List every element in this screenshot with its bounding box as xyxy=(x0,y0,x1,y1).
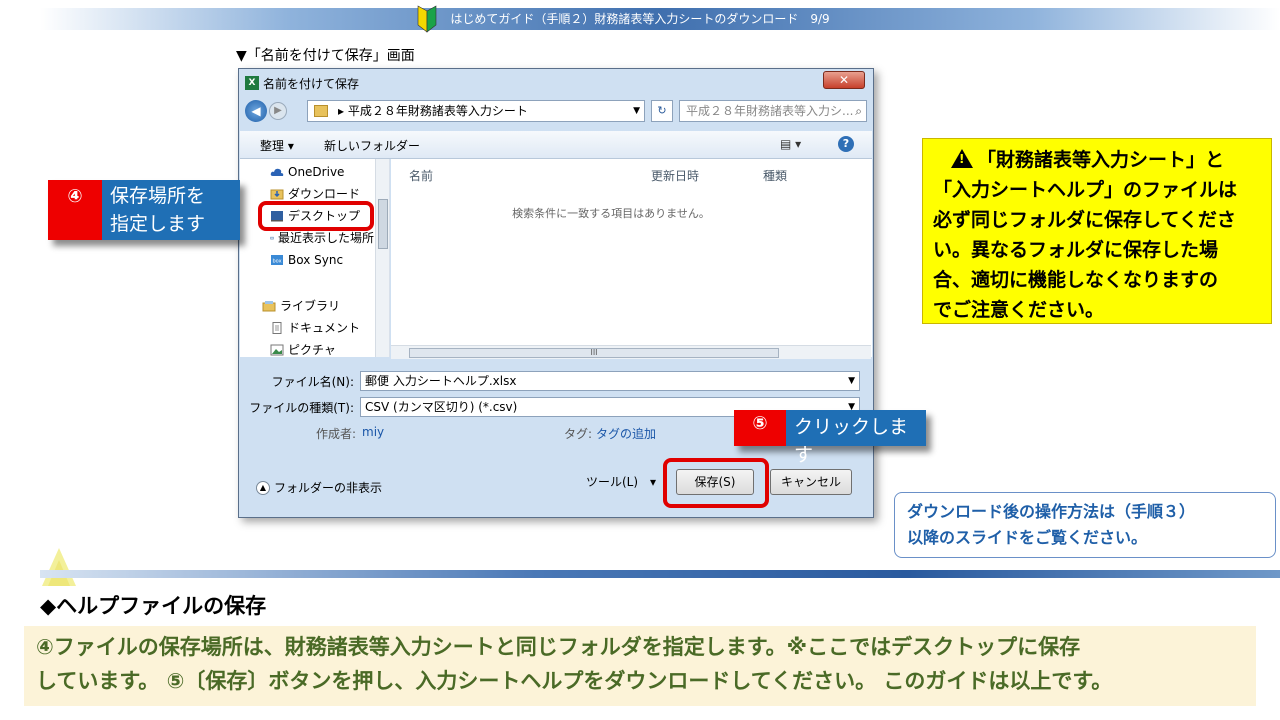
close-button[interactable]: ✕ xyxy=(823,71,865,89)
dialog-toolbar: 整理 ▾ 新しいフォルダー ▤ ▾ ? xyxy=(240,131,872,159)
info-line2: 以降のスライドをご覧ください。 xyxy=(907,528,1148,547)
svg-text:box: box xyxy=(273,259,282,265)
add-tag-link[interactable]: タグの追加 xyxy=(596,425,656,442)
tag-label: タグ: xyxy=(564,427,593,441)
search-input[interactable]: 平成２８年財務諸表等入力シ... ⌕ xyxy=(679,100,867,122)
callout-step5-text: クリックします xyxy=(786,410,926,466)
empty-message: 検索条件に一致する項目はありません。 xyxy=(512,207,710,220)
nav-item-label: ライブラリ xyxy=(280,299,341,313)
file-type-label: ファイルの種類(T): xyxy=(249,401,354,415)
nav-item-documents[interactable]: ドキュメント xyxy=(270,319,360,337)
instruction-note: ④ファイルの保存場所は、財務諸表等入力シートと同じフォルダを指定します。※ここで… xyxy=(24,626,1256,706)
callout-step5: ⑤ クリックします xyxy=(734,410,926,466)
info-line1: ダウンロード後の操作方法は（手順３） xyxy=(907,502,1196,521)
warning-line3: 必ず同じフォルダに保存してくださ xyxy=(933,209,1236,231)
file-name-value: 郵便 入力シートヘルプ.xlsx xyxy=(365,374,517,388)
horizontal-scrollbar[interactable]: III xyxy=(391,345,871,359)
slide: はじめてガイド（手順２）財務諸表等入力シートのダウンロード 9/9 ▼「名前を付… xyxy=(0,0,1280,720)
tools-menu[interactable]: ツール(L) ▾ xyxy=(586,473,656,490)
warning-line2: 「入力シートヘルプ」のファイルは xyxy=(933,179,1238,201)
download-folder-icon xyxy=(270,189,284,200)
nav-scroll-thumb[interactable] xyxy=(378,199,388,249)
file-type-value: CSV (カンマ区切り) (*.csv) xyxy=(365,400,518,414)
file-list: 名前 更新日時 種類 検索条件に一致する項目はありません。 xyxy=(391,159,872,357)
search-placeholder: 平成２８年財務諸表等入力シ... xyxy=(686,104,854,118)
nav-item-label: Box Sync xyxy=(288,253,344,267)
chevron-down-icon[interactable]: ▼ xyxy=(633,101,640,121)
cancel-button[interactable]: キャンセル xyxy=(770,469,852,495)
next-steps-note: ダウンロード後の操作方法は（手順３） 以降のスライドをご覧ください。 xyxy=(894,492,1276,558)
recent-places-icon xyxy=(270,236,274,240)
hide-folders-label: フォルダーの非表示 xyxy=(274,481,383,495)
folder-icon xyxy=(314,105,328,117)
nav-item-label: OneDrive xyxy=(288,165,345,179)
nav-item-onedrive[interactable]: OneDrive xyxy=(270,163,344,181)
view-options-button[interactable]: ▤ ▾ xyxy=(780,137,801,151)
warning-line5: 合、適切に機能しなくなりますの xyxy=(933,269,1219,291)
picture-icon xyxy=(270,344,284,356)
callout-step4-line2: 指定します xyxy=(110,213,206,235)
section-title: ◆ヘルプファイルの保存 xyxy=(40,594,267,618)
callout-step4-number: ④ xyxy=(48,180,102,240)
file-name-label: ファイル名(N): xyxy=(271,375,354,389)
note-line1: ④ファイルの保存場所は、財務諸表等入力シートと同じフォルダを指定します。※ここで… xyxy=(36,635,1081,659)
address-bar[interactable]: ▸ 平成２８年財務諸表等入力シート ▼ xyxy=(307,100,645,122)
warning-box: 「財務諸表等入力シート」と 「入力シートヘルプ」のファイルは 必ず同じフォルダに… xyxy=(922,138,1272,324)
callout-step5-number: ⑤ xyxy=(734,410,786,446)
nav-item-label: 最近表示した場所 xyxy=(277,231,374,245)
section-divider xyxy=(40,570,1280,578)
nav-scrollbar[interactable] xyxy=(375,159,389,357)
warning-line4: い。異なるフォルダに保存した場 xyxy=(933,239,1219,261)
new-folder-button[interactable]: 新しいフォルダー xyxy=(324,137,420,154)
file-name-input[interactable]: 郵便 入力シートヘルプ.xlsx ▼ xyxy=(360,371,860,391)
callout-step4-line1: 保存場所を xyxy=(110,185,206,207)
dialog-titlebar: X 名前を付けて保存 xyxy=(245,73,359,93)
warning-line6: でご注意ください。 xyxy=(933,299,1105,321)
author-value[interactable]: miy xyxy=(362,425,384,439)
cloud-icon xyxy=(270,168,284,176)
save-as-dialog: X 名前を付けて保存 ✕ ◀ ▶ ▸ 平成２８年財務諸表等入力シート ▼ ↻ 平… xyxy=(238,68,874,518)
nav-item-label: ドキュメント xyxy=(288,321,361,335)
warning-line1-row: 「財務諸表等入力シート」と xyxy=(933,145,1261,175)
nav-item-box-sync[interactable]: box Box Sync xyxy=(270,251,343,269)
header-title: はじめてガイド（手順２）財務諸表等入力シートのダウンロード 9/9 xyxy=(450,12,830,26)
address-row: ◀ ▶ ▸ 平成２８年財務諸表等入力シート ▼ ↻ 平成２８年財務諸表等入力シ.… xyxy=(245,99,867,123)
nav-item-pictures[interactable]: ピクチャ xyxy=(270,341,336,359)
navigation-pane: OneDrive ダウンロード デスクトップ 最近表示した場所 box Box … xyxy=(240,159,390,357)
warning-line1: 「財務諸表等入力シート」と xyxy=(977,149,1225,171)
warning-icon xyxy=(951,149,973,168)
callout-step4: ④ 保存場所を 指定します xyxy=(48,180,240,240)
back-arrow-icon[interactable]: ◀ xyxy=(245,100,267,122)
dialog-caption: ▼「名前を付けて保存」画面 xyxy=(236,48,415,64)
column-type[interactable]: 種類 xyxy=(763,167,787,184)
nav-item-recent[interactable]: 最近表示した場所 xyxy=(270,229,374,247)
library-icon xyxy=(262,301,276,312)
chevron-down-icon[interactable]: ▼ xyxy=(848,372,855,390)
chevron-up-icon: ▲ xyxy=(256,480,270,495)
note-line2: しています。 ⑤〔保存〕ボタンを押し、入力シートヘルプをダウンロードしてください… xyxy=(36,669,1113,693)
save-highlight xyxy=(663,458,769,508)
organize-button[interactable]: 整理 ▾ xyxy=(260,137,294,154)
hide-folders-toggle[interactable]: ▲ フォルダーの非表示 xyxy=(256,479,382,496)
column-name[interactable]: 名前 xyxy=(409,167,433,184)
column-date[interactable]: 更新日時 xyxy=(651,167,699,184)
help-icon[interactable]: ? xyxy=(838,136,854,152)
dialog-title: 名前を付けて保存 xyxy=(263,76,360,91)
horizontal-scroll-thumb[interactable]: III xyxy=(409,348,779,358)
desktop-highlight xyxy=(258,201,374,231)
search-icon: ⌕ xyxy=(855,104,862,118)
document-icon xyxy=(272,322,282,334)
box-sync-icon: box xyxy=(271,255,283,265)
address-path: ▸ 平成２８年財務諸表等入力シート xyxy=(338,104,528,118)
callout-step4-text: 保存場所を 指定します xyxy=(102,180,240,240)
refresh-icon[interactable]: ↻ xyxy=(651,100,673,122)
nav-item-libraries[interactable]: ライブラリ xyxy=(262,297,340,315)
excel-icon: X xyxy=(245,76,259,90)
nav-item-label: ピクチャ xyxy=(288,343,336,357)
author-label: 作成者: xyxy=(316,427,357,441)
beginner-mark-icon xyxy=(42,548,76,586)
forward-arrow-icon[interactable]: ▶ xyxy=(269,102,287,120)
